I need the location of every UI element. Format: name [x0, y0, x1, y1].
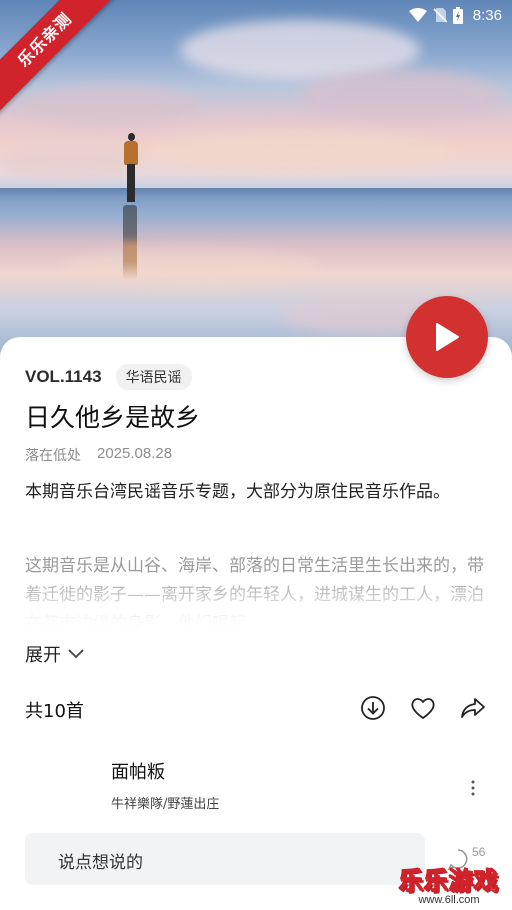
watermark: 乐乐游戏 www.6ll.com [390, 861, 508, 907]
genre-tag[interactable]: 华语民谣 [115, 364, 192, 390]
status-time: 8:36 [472, 6, 502, 24]
no-sim-icon [433, 8, 447, 23]
person-silhouette [124, 133, 138, 203]
battery-charging-icon [452, 6, 463, 24]
favorite-button[interactable] [410, 695, 436, 721]
download-button[interactable] [360, 695, 386, 721]
publish-date: 2025.08.28 [97, 445, 173, 462]
more-options-icon[interactable] [470, 780, 476, 796]
track-count: 共10首 [25, 701, 84, 722]
expand-label: 展开 [25, 645, 61, 666]
episode-intro: 本期音乐台湾民谣音乐专题，大部分为原住民音乐作品。 [25, 482, 450, 502]
comment-placeholder: 说点想说的 [58, 853, 143, 873]
comment-count: 56 [472, 845, 486, 859]
expand-button[interactable]: 展开 [25, 641, 85, 667]
play-button[interactable] [406, 296, 488, 378]
play-icon [436, 323, 459, 351]
comment-input[interactable]: 说点想说的 [25, 833, 425, 885]
episode-title: 日久他乡是故乡 [25, 403, 201, 432]
chevron-down-icon [68, 649, 84, 659]
volume-number: VOL.1143 [25, 367, 102, 386]
download-icon [361, 696, 385, 720]
track-title: 面帕粄 [111, 762, 165, 783]
wifi-icon [408, 8, 427, 22]
episode-header: VOL.1143 华语民谣 [25, 364, 192, 390]
toolbar [360, 695, 486, 721]
track-row[interactable]: 面帕粄 牛祥樂隊/野蓮出庄 [0, 750, 512, 820]
status-bar: 8:36 [408, 5, 502, 25]
share-button[interactable] [460, 695, 486, 721]
share-icon [461, 698, 485, 718]
heart-icon [411, 698, 435, 719]
watermark-title: 乐乐游戏 [399, 867, 499, 896]
episode-meta: 落在低处 2025.08.28 [25, 445, 172, 465]
author-name[interactable]: 落在低处 [25, 445, 81, 465]
track-artist: 牛祥樂隊/野蓮出庄 [111, 797, 220, 812]
